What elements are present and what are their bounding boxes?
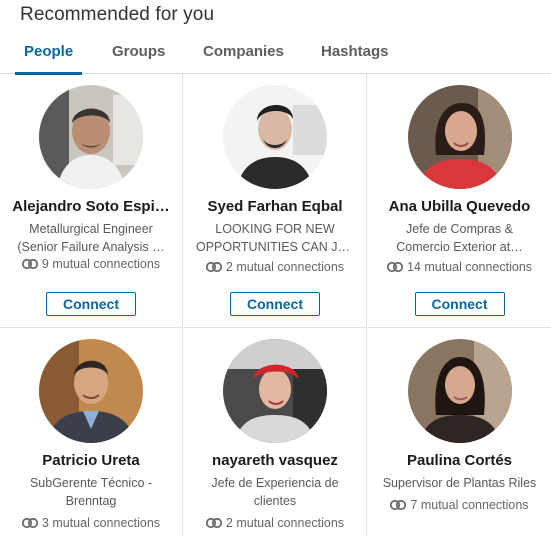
tab-groups[interactable]: Groups <box>103 34 174 74</box>
mutual-connections[interactable]: 14 mutual connections <box>368 260 551 276</box>
person-card: Paulina Cortés Supervisor de Plantas Ril… <box>368 328 551 536</box>
person-name[interactable]: Syed Farhan Eqbal <box>190 198 360 215</box>
mutual-connections[interactable]: 7 mutual connections <box>368 498 551 514</box>
mutual-connections-icon <box>386 261 404 276</box>
mutual-connections[interactable]: 9 mutual connections <box>0 257 182 273</box>
connect-button[interactable]: Connect <box>46 292 136 316</box>
person-card: Alejandro Soto Espi… Metallurgical Engin… <box>0 74 183 328</box>
profile-photo[interactable] <box>39 85 143 189</box>
mutual-connections-icon <box>21 517 39 532</box>
connect-button[interactable]: Connect <box>230 292 320 316</box>
person-headline: Jefe de Compras & Comercio Exterior at… <box>396 222 523 254</box>
section-title: Recommended for you <box>20 4 215 25</box>
person-name[interactable]: nayareth vasquez <box>190 452 360 469</box>
tab-companies[interactable]: Companies <box>194 34 293 74</box>
person-card: Syed Farhan Eqbal LOOKING FOR NEW OPPORT… <box>184 74 367 328</box>
person-headline: Supervisor de Plantas Riles <box>382 476 537 490</box>
profile-photo[interactable] <box>407 85 512 189</box>
tab-hashtags[interactable]: Hashtags <box>312 34 398 74</box>
person-card: nayareth vasquez Jefe de Experiencia de … <box>184 328 367 536</box>
mutual-connections-icon <box>21 258 39 273</box>
profile-photo[interactable] <box>407 339 512 443</box>
profile-photo[interactable] <box>223 339 327 443</box>
mutual-connections[interactable]: 2 mutual connections <box>184 516 366 532</box>
person-name[interactable]: Alejandro Soto Espi… <box>6 198 176 215</box>
person-card: Ana Ubilla Quevedo Jefe de Compras & Com… <box>368 74 551 328</box>
person-headline: SubGerente Técnico - Brenntag <box>29 476 153 508</box>
person-name[interactable]: Ana Ubilla Quevedo <box>374 198 545 215</box>
profile-photo[interactable] <box>39 339 143 443</box>
person-name[interactable]: Patricio Ureta <box>6 452 176 469</box>
person-card: Patricio Ureta SubGerente Técnico - Bren… <box>0 328 183 536</box>
person-name[interactable]: Paulina Cortés <box>374 452 545 469</box>
mutual-connections[interactable]: 3 mutual connections <box>0 516 182 532</box>
mutual-connections-icon <box>205 517 223 532</box>
people-grid: Alejandro Soto Espi… Metallurgical Engin… <box>0 74 551 536</box>
mutual-connections-icon <box>205 261 223 276</box>
person-headline: Jefe de Experiencia de clientes <box>211 476 339 508</box>
tab-people[interactable]: People <box>15 34 83 75</box>
mutual-connections-icon <box>390 499 407 514</box>
tab-bar: People Groups Companies Hashtags <box>0 34 551 75</box>
mutual-connections[interactable]: 2 mutual connections <box>184 260 366 276</box>
profile-photo[interactable] <box>223 85 327 189</box>
person-headline: Metallurgical Engineer (Senior Failure A… <box>17 222 165 254</box>
person-headline: LOOKING FOR NEW OPPORTUNITIES CAN JOI… <box>196 222 354 254</box>
connect-button[interactable]: Connect <box>414 292 505 316</box>
